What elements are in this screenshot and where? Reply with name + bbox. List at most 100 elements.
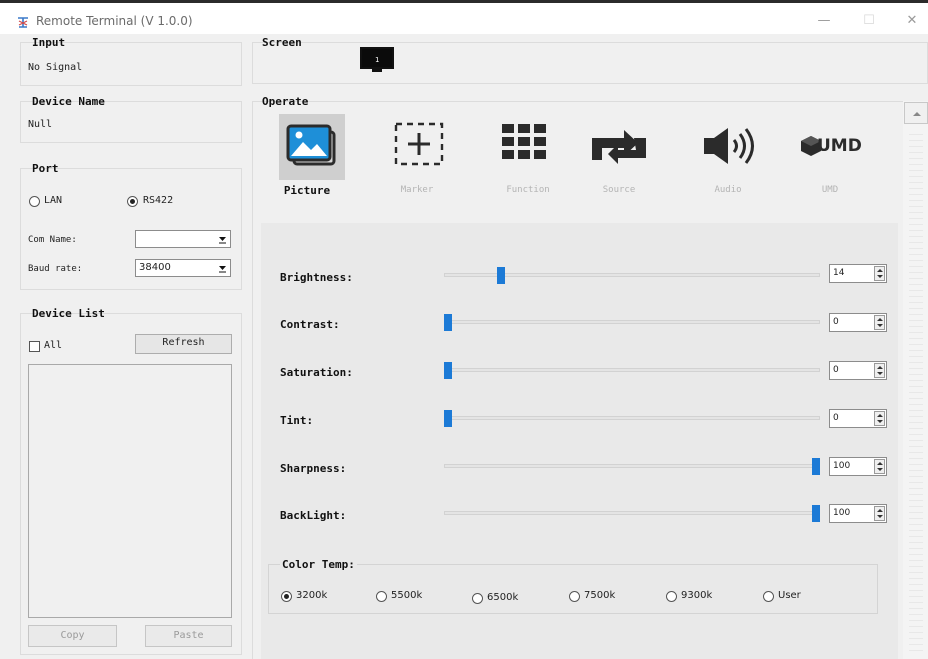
slider-label: BackLight:: [280, 509, 347, 522]
tab-umd[interactable]: UMD: [800, 132, 870, 162]
paste-button[interactable]: Paste: [145, 625, 232, 647]
title-bar: Remote Terminal (V 1.0.0) — ☐ ✕: [0, 0, 928, 34]
value-spinbox[interactable]: 0: [829, 409, 887, 428]
spin-arrows-icon[interactable]: [874, 315, 885, 330]
device-list-box[interactable]: [28, 364, 232, 618]
color-temp-option-label[interactable]: 3200k: [296, 590, 327, 601]
com-name-label: Com Name:: [28, 235, 77, 245]
baud-rate-value: 38400: [139, 262, 171, 273]
color-temp-radio[interactable]: [666, 591, 677, 602]
app-icon: [18, 17, 28, 28]
vertical-scrollbar[interactable]: [903, 101, 928, 659]
operate-label: Operate: [262, 95, 309, 108]
color-temp-option-label[interactable]: 7500k: [584, 590, 615, 601]
slider-track[interactable]: [444, 368, 820, 372]
chevron-down-icon: [219, 266, 226, 273]
scroll-track[interactable]: [909, 131, 923, 651]
color-temp-group: [268, 564, 878, 614]
marker-icon: [394, 122, 444, 166]
window-title: Remote Terminal (V 1.0.0): [36, 14, 193, 28]
color-temp-label: Color Temp:: [280, 558, 357, 571]
color-temp-radio[interactable]: [763, 591, 774, 602]
tab-umd-label[interactable]: UMD: [795, 185, 865, 195]
slider-thumb[interactable]: [812, 505, 820, 522]
spinbox-value: 100: [833, 461, 851, 471]
value-spinbox[interactable]: 100: [829, 457, 887, 476]
device-name-label: Device Name: [32, 95, 105, 108]
rs422-radio[interactable]: [127, 196, 138, 207]
spinbox-value: 0: [833, 365, 839, 375]
slider-thumb[interactable]: [444, 314, 452, 331]
slider-label: Sharpness:: [280, 462, 347, 475]
minimize-icon[interactable]: —: [816, 13, 832, 29]
baud-rate-select[interactable]: 38400: [135, 259, 231, 277]
spin-arrows-icon[interactable]: [874, 506, 885, 521]
lan-radio-label[interactable]: LAN: [44, 195, 62, 206]
slider-track[interactable]: [444, 511, 820, 515]
input-label: Input: [32, 36, 66, 49]
function-icon: [502, 124, 546, 159]
spin-arrows-icon[interactable]: [874, 459, 885, 474]
tab-picture-label[interactable]: Picture: [272, 184, 342, 197]
lan-radio[interactable]: [29, 196, 40, 207]
rs422-radio-label[interactable]: RS422: [143, 195, 173, 206]
chevron-up-icon: [913, 112, 921, 116]
tab-picture[interactable]: [279, 114, 345, 180]
monitor-icon[interactable]: 1: [360, 47, 394, 73]
color-temp-option-label[interactable]: 9300k: [681, 590, 712, 601]
value-spinbox[interactable]: 100: [829, 504, 887, 523]
slider-thumb[interactable]: [444, 410, 452, 427]
spinbox-value: 0: [833, 413, 839, 423]
chevron-down-icon: [219, 237, 226, 244]
source-icon: [592, 130, 646, 164]
tab-marker[interactable]: [390, 118, 448, 176]
slider-thumb[interactable]: [497, 267, 505, 284]
com-name-select[interactable]: [135, 230, 231, 248]
value-spinbox[interactable]: 0: [829, 313, 887, 332]
refresh-button[interactable]: Refresh: [135, 334, 232, 354]
value-spinbox[interactable]: 0: [829, 361, 887, 380]
color-temp-option-label[interactable]: 5500k: [391, 590, 422, 601]
device-list-label: Device List: [32, 307, 105, 320]
spin-arrows-icon[interactable]: [874, 266, 885, 281]
slider-label: Tint:: [280, 414, 314, 427]
value-spinbox[interactable]: 14: [829, 264, 887, 283]
slider-label: Brightness:: [280, 271, 353, 284]
slider-track[interactable]: [444, 416, 820, 420]
screen-label: Screen: [262, 36, 302, 49]
scroll-up-button[interactable]: [904, 102, 928, 124]
slider-track[interactable]: [444, 320, 820, 324]
color-temp-option-label[interactable]: 6500k: [487, 592, 518, 603]
color-temp-radio[interactable]: [569, 591, 580, 602]
slider-label: Contrast:: [280, 318, 340, 331]
monitor-number: 1: [375, 56, 380, 64]
color-temp-option-label[interactable]: User: [778, 590, 801, 601]
copy-button[interactable]: Copy: [28, 625, 117, 647]
tab-function-label[interactable]: Function: [493, 185, 563, 195]
spin-arrows-icon[interactable]: [874, 363, 885, 378]
slider-thumb[interactable]: [812, 458, 820, 475]
all-checkbox-label[interactable]: All: [44, 340, 62, 351]
baud-rate-label: Baud rate:: [28, 264, 83, 274]
color-temp-radio[interactable]: [472, 593, 483, 604]
picture-icon: [286, 124, 336, 166]
screen-group: [252, 42, 928, 84]
slider-label: Saturation:: [280, 366, 353, 379]
port-label: Port: [32, 162, 59, 175]
input-value: No Signal: [28, 62, 83, 73]
close-icon[interactable]: ✕: [904, 13, 920, 29]
tab-marker-label[interactable]: Marker: [382, 185, 452, 195]
tab-audio[interactable]: [702, 122, 762, 170]
color-temp-radio[interactable]: [376, 591, 387, 602]
spinbox-value: 100: [833, 508, 851, 518]
tab-source[interactable]: [588, 124, 650, 170]
slider-thumb[interactable]: [444, 362, 452, 379]
color-temp-radio[interactable]: [281, 591, 292, 602]
slider-track[interactable]: [444, 464, 820, 468]
spin-arrows-icon[interactable]: [874, 411, 885, 426]
tab-source-label[interactable]: Source: [584, 185, 654, 195]
maximize-icon[interactable]: ☐: [861, 13, 877, 29]
tab-function[interactable]: [498, 120, 550, 172]
all-checkbox[interactable]: [29, 341, 40, 352]
tab-audio-label[interactable]: Audio: [693, 185, 763, 195]
